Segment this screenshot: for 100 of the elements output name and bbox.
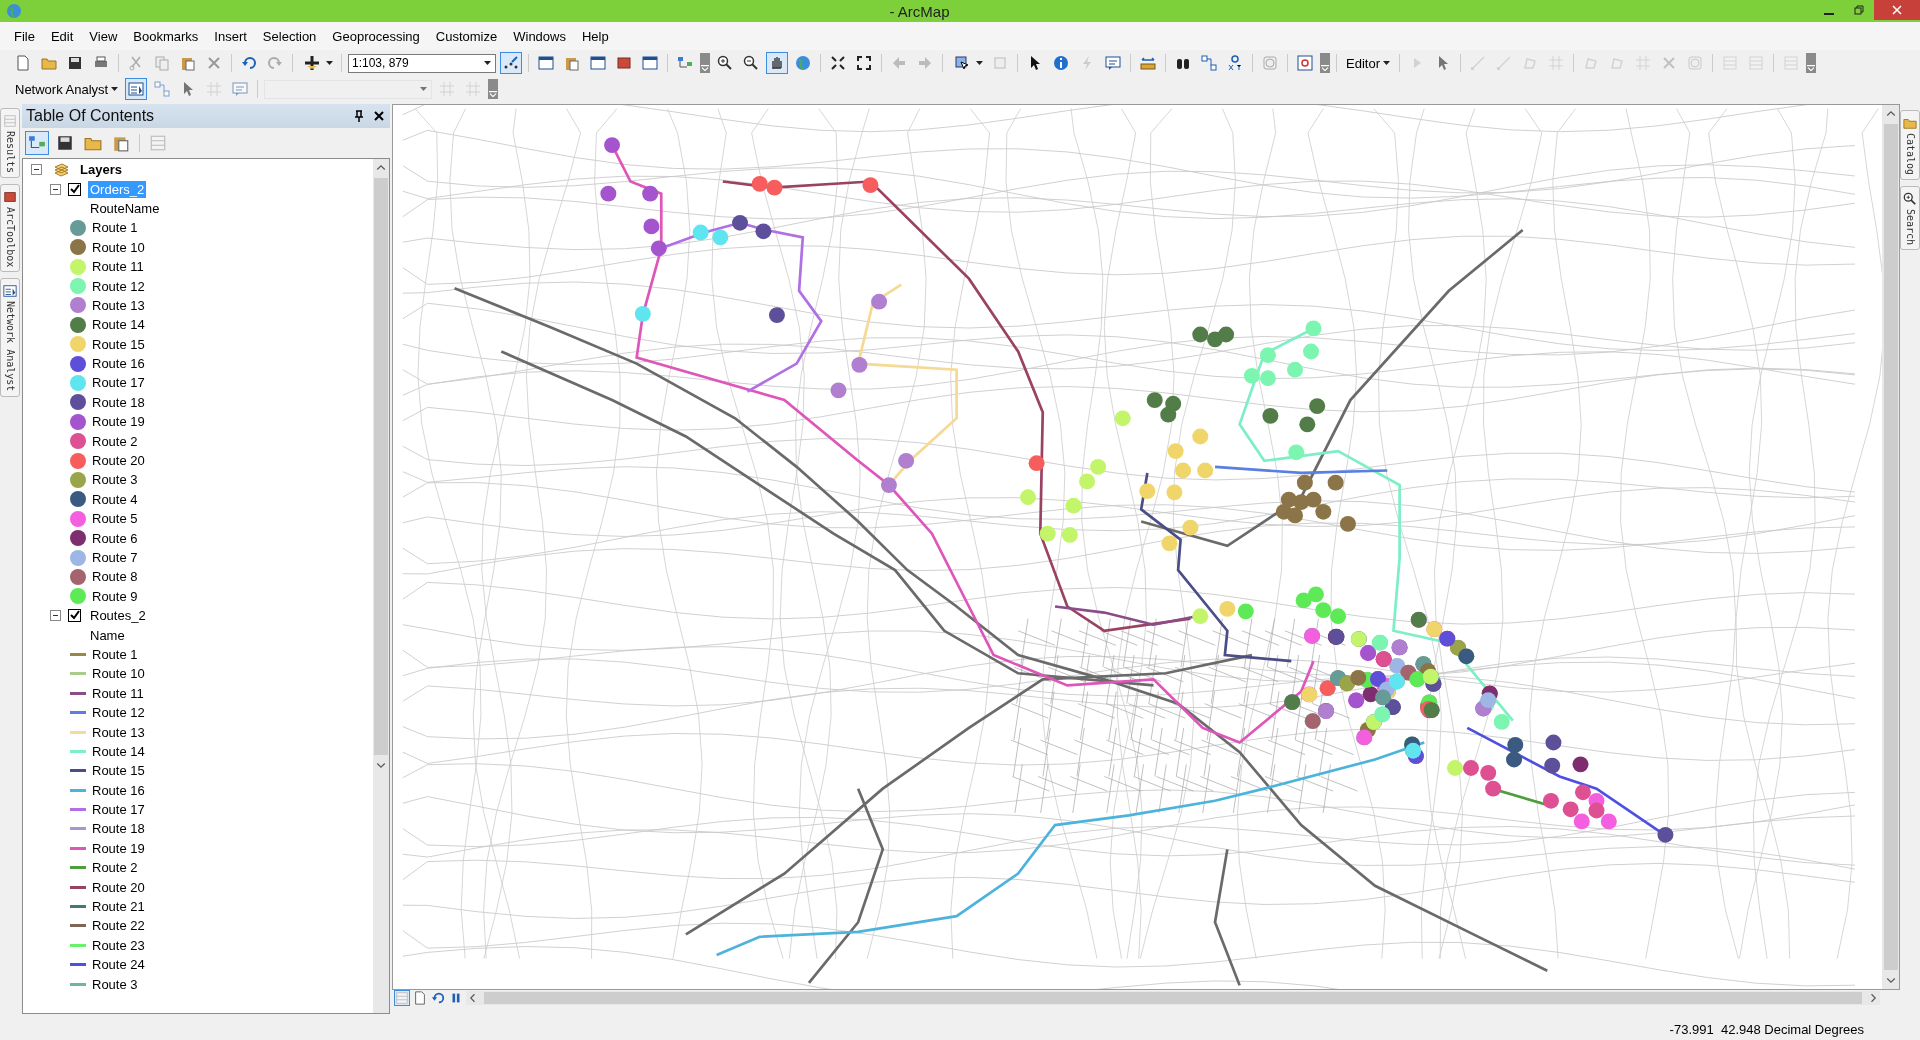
scrollbar-thumb[interactable] <box>484 992 1862 1004</box>
legend-label: Route 20 <box>92 453 145 469</box>
menu-item[interactable]: Geoprocessing <box>324 28 428 44</box>
map-scrollbar[interactable] <box>1882 105 1899 989</box>
tree-label[interactable]: Layers <box>80 162 122 178</box>
close-button[interactable] <box>1874 0 1920 20</box>
menu-item[interactable]: File <box>6 28 43 44</box>
menu-item[interactable]: Windows <box>505 28 574 44</box>
toolbar-options-button[interactable] <box>488 79 499 99</box>
horizontal-scrollbar[interactable] <box>466 991 1880 1005</box>
editor-menu-button[interactable]: Editor <box>1343 53 1393 73</box>
scrollbar[interactable] <box>373 159 389 1013</box>
legend-label: Route 9 <box>92 588 138 604</box>
legend-label: Route 20 <box>92 879 145 895</box>
point-symbol[interactable] <box>70 413 86 430</box>
point-symbol[interactable] <box>70 316 86 333</box>
field-name: RouteName <box>90 200 160 216</box>
chevron-icon <box>489 91 498 97</box>
dock-tab[interactable]: ArcToolbox <box>0 184 20 273</box>
dock-tab[interactable]: Network Analyst <box>0 278 20 397</box>
close-icon <box>374 111 384 121</box>
legend-label: Route 17 <box>92 802 145 818</box>
legend-label: Route 5 <box>92 511 138 527</box>
legend-label: Route 19 <box>92 840 145 856</box>
toolbar-options-button[interactable] <box>1805 53 1816 73</box>
scale-input[interactable]: 1:103, 879 <box>349 56 484 70</box>
legend-label: Route 2 <box>92 860 138 876</box>
chevron-icon <box>1321 65 1329 71</box>
point-symbol[interactable] <box>70 355 86 372</box>
legend-label: Route 12 <box>92 705 145 721</box>
legend-label: Route 4 <box>92 491 138 507</box>
legend-label: Route 13 <box>92 297 145 313</box>
caret-icon <box>484 61 491 65</box>
legend-label: Route 18 <box>92 394 145 410</box>
legend-label: Route 8 <box>92 569 138 585</box>
list-by-drawing-order-icon[interactable] <box>25 131 49 155</box>
legend-label: Route 11 <box>92 685 144 701</box>
window-title: - ArcMap <box>888 2 951 20</box>
legend-label: Route 15 <box>92 763 145 779</box>
dock-tab[interactable]: Catalog <box>1900 110 1920 181</box>
menu-item[interactable]: View <box>81 28 126 44</box>
menu-item[interactable]: Selection <box>254 28 325 44</box>
caret-icon <box>111 87 119 91</box>
legend-label: Route 24 <box>92 957 145 973</box>
check-icon <box>69 610 80 622</box>
scrollbar-thumb[interactable] <box>374 178 388 755</box>
menu-item[interactable]: Bookmarks <box>125 28 207 44</box>
caret-icon <box>1382 61 1390 65</box>
point-symbol[interactable] <box>70 491 86 508</box>
layer-checkbox[interactable] <box>68 182 81 196</box>
refresh-icon[interactable] <box>430 990 446 1006</box>
coordinates-readout: -73.991 42.948 Decimal Degrees <box>1669 1021 1864 1037</box>
legend-label: Route 10 <box>92 666 145 682</box>
close-icon <box>1892 5 1902 15</box>
legend-label: Route 1 <box>92 646 138 662</box>
caret-icon <box>326 61 333 65</box>
menu-item[interactable]: Customize <box>427 28 506 44</box>
legend-label: Route 16 <box>92 356 145 372</box>
legend-label: Route 1 <box>92 220 138 236</box>
legend-label: Route 7 <box>92 550 138 565</box>
field-name: Name <box>90 627 125 643</box>
magnifier-window-icon[interactable] <box>1294 52 1316 74</box>
minimize-icon <box>1824 13 1834 15</box>
scale-dropdown[interactable]: 1:103, 879 <box>348 53 496 73</box>
legend-label: Route 3 <box>92 472 138 488</box>
legend-label: Route 15 <box>92 336 145 352</box>
pin-icon <box>354 110 364 122</box>
legend-label: Route 17 <box>92 375 145 391</box>
expand-toggle[interactable] <box>31 164 42 176</box>
menu-item[interactable]: Insert <box>206 28 255 44</box>
chevron-icon <box>701 65 709 71</box>
data-view-icon[interactable] <box>394 990 410 1006</box>
legend-label: Route 2 <box>92 433 138 449</box>
point-symbol[interactable] <box>70 239 86 256</box>
scrollbar-thumb[interactable] <box>1883 124 1898 970</box>
layer-name[interactable]: Routes_2 <box>88 607 148 625</box>
point-symbol[interactable] <box>70 530 86 547</box>
legend-label: Route 14 <box>92 743 145 759</box>
expand-toggle[interactable] <box>50 183 61 195</box>
layer-checkbox[interactable] <box>68 609 81 623</box>
caret-icon <box>420 87 428 91</box>
dock-tab[interactable]: Search <box>1900 186 1920 251</box>
menu-item[interactable]: Edit <box>42 28 82 44</box>
expand-toggle[interactable] <box>50 610 61 622</box>
editor-toolbar-icon[interactable] <box>500 52 522 74</box>
pin-button[interactable] <box>352 108 366 124</box>
toolbar-options-button[interactable] <box>1320 53 1330 73</box>
legend-label: Route 18 <box>92 821 145 837</box>
network-analyst-menu-button[interactable]: Network Analyst <box>12 79 122 99</box>
find-route-icon[interactable] <box>1198 52 1220 74</box>
menu-item[interactable]: Help <box>573 28 617 44</box>
restore-icon <box>1854 5 1864 15</box>
point-symbol[interactable] <box>70 568 86 585</box>
point-symbol[interactable] <box>70 433 86 450</box>
caret-icon <box>976 61 983 65</box>
dock-tab[interactable]: Results <box>0 108 20 179</box>
network-analyst-window-icon[interactable] <box>125 78 148 100</box>
legend-label: Route 3 <box>92 976 138 992</box>
close-panel-button[interactable] <box>372 109 386 123</box>
point-symbol[interactable] <box>70 394 86 411</box>
